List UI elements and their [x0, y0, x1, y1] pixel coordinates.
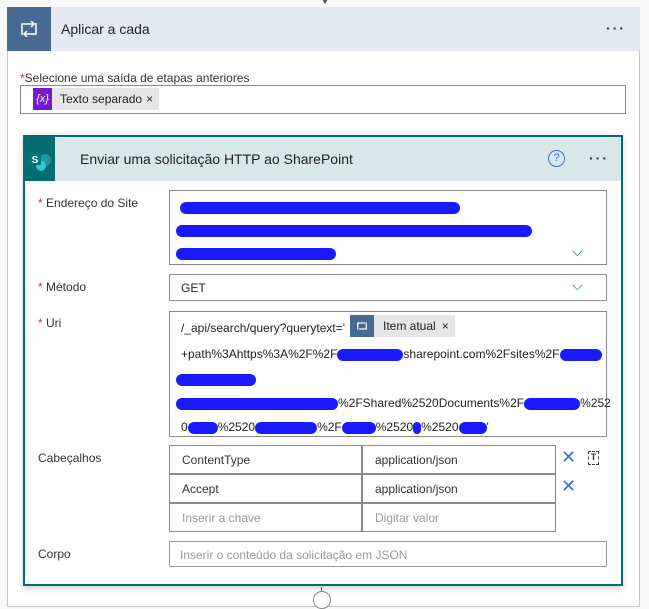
- header-value-input[interactable]: Digitar valor: [362, 503, 556, 532]
- method-label: Método: [46, 280, 87, 294]
- headers-label: Cabeçalhos: [38, 451, 102, 465]
- svg-text:S: S: [32, 155, 39, 166]
- sharepoint-icon: S: [25, 137, 55, 181]
- chevron-down-icon[interactable]: ⌵: [572, 277, 583, 294]
- more-options-button[interactable]: ···: [606, 20, 626, 36]
- arrow-down-icon: [320, 0, 330, 4]
- apply-to-each-title: Aplicar a cada: [61, 21, 150, 37]
- remove-token-button[interactable]: ×: [146, 92, 159, 106]
- body-input[interactable]: Inserir o conteúdo da solicitação em JSO…: [169, 541, 607, 567]
- token-label: Texto separado: [60, 92, 143, 106]
- select-output-label: Selecione uma saída de etapas anteriores: [24, 71, 250, 85]
- token-item-atual[interactable]: Item atual ×: [350, 315, 455, 337]
- switch-text-mode-icon[interactable]: T: [588, 451, 599, 465]
- add-step-button[interactable]: [313, 591, 331, 609]
- body-label: Corpo: [38, 547, 71, 561]
- action-more-options-button[interactable]: ···: [589, 150, 609, 166]
- token-label: Item atual: [383, 319, 436, 333]
- header-key-input[interactable]: ContentType: [169, 445, 362, 474]
- sharepoint-http-title: Enviar uma solicitação HTTP ao SharePoin…: [80, 151, 353, 167]
- uri-label: Uri: [46, 316, 62, 330]
- loop-icon: [7, 7, 51, 51]
- select-output-input[interactable]: {x} Texto separado ×: [20, 85, 626, 114]
- method-value: GET: [181, 281, 206, 295]
- help-icon[interactable]: ?: [548, 150, 565, 167]
- site-address-label: Endereço do Site: [46, 196, 139, 210]
- delete-row-icon[interactable]: ✕: [561, 447, 576, 468]
- uri-text: /_api/search/query?querytext=': [181, 321, 346, 335]
- remove-token-button[interactable]: ×: [442, 319, 455, 333]
- headers-table: ContentType application/json Accept appl…: [169, 445, 556, 532]
- token-texto-separado[interactable]: {x} Texto separado ×: [33, 88, 160, 110]
- method-dropdown[interactable]: GET ⌵: [169, 274, 607, 301]
- header-value-input[interactable]: application/json: [362, 445, 556, 474]
- header-value-input[interactable]: application/json: [362, 474, 556, 503]
- loop-icon: [350, 315, 374, 337]
- delete-row-icon[interactable]: ✕: [561, 476, 576, 497]
- uri-input[interactable]: /_api/search/query?querytext=' Item atua…: [169, 311, 611, 437]
- variable-icon: {x}: [33, 88, 52, 110]
- header-key-input[interactable]: Inserir a chave: [169, 503, 362, 532]
- site-address-dropdown[interactable]: ⌵: [169, 190, 607, 265]
- header-key-input[interactable]: Accept: [169, 474, 362, 503]
- chevron-down-icon[interactable]: ⌵: [572, 243, 583, 260]
